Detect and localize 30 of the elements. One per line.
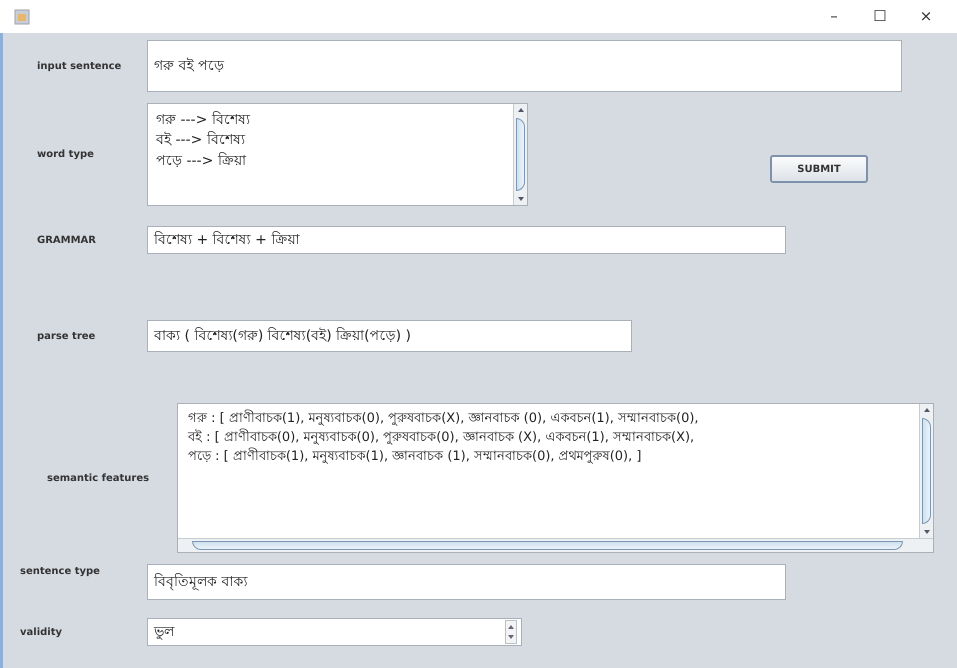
text-line: পড়ে ---> ক্রিয়া [156,151,248,171]
text-line: বই ---> বিশেষ্য [156,130,246,150]
text-field[interactable]: বিবৃতিমূলক বাক্য [147,564,786,600]
spinner-field[interactable]: ভুল [147,618,522,646]
text-area[interactable] [177,403,934,553]
submit-button[interactable]: SUBMIT [770,155,868,183]
field-label: input sentence [37,60,122,74]
close-button[interactable]: × [903,2,949,32]
field-label: parse tree [37,330,96,344]
text-area[interactable]: গরু ---> বিশেষ্য বই ---> বিশেষ্য পড়ে ---> ক্রিয়া [147,103,528,206]
minimize-button[interactable]: – [811,2,857,32]
field-label: GRAMMAR [37,234,97,248]
vertical-scrollbar[interactable] [513,104,527,205]
text-line: বই : [ প্রাণীবাচক(0), মনুষ্যবাচক(0), পুরুষবাচক(0), জ্ঞানবাচক (X), একবচন(1), সম্মানবাচক(X), [188,428,696,447]
spinner-arrows-icon[interactable] [505,620,517,644]
maximize-button[interactable]: ☐ [857,2,903,32]
text-field[interactable]: গরু বই পড়ে [147,40,902,92]
text-line: পড়ে : [ প্রাণীবাচক(1), মনুষ্যবাচক(1), জ্ঞানবাচক (1), সম্মানবাচক(0), প্রথমপুরুষ(0), ] [188,448,642,466]
field-value: ভুল [152,622,176,642]
field-label: validity [20,626,64,640]
app-icon [14,8,30,24]
text-line: গরু : [ প্রাণীবাচক(1), মনুষ্যবাচক(0), পুরুষবাচক(X), জ্ঞানবাচক (0), একবচন(1), সম্মানবাচক(0), [188,410,700,428]
text-field[interactable]: বাক্য ( বিশেষ্য(গরু) বিশেষ্য(বই) ক্রিয়া(পড়ে) ) [147,320,632,352]
field-label: sentence type [20,565,101,579]
text-line: গরু ---> বিশেষ্য [156,110,252,130]
vertical-scrollbar[interactable] [919,404,933,538]
field-label: semantic features [47,472,150,486]
field-label: word type [37,148,95,162]
horizontal-scrollbar[interactable] [178,538,933,552]
text-field[interactable]: বিশেষ্য + বিশেষ্য + ক্রিয়া [147,226,786,254]
